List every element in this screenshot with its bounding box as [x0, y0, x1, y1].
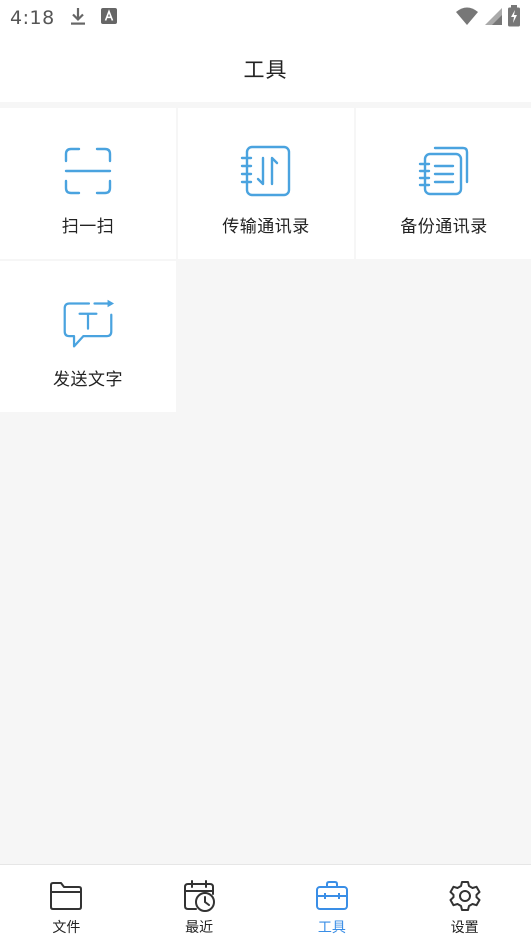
transfer-contacts-icon [239, 144, 293, 198]
tool-label: 扫一扫 [61, 217, 115, 237]
status-right-icons [455, 5, 521, 31]
signal-icon [483, 6, 503, 30]
nav-label: 工具 [317, 920, 346, 936]
tool-transfer-contacts[interactable]: 传输通讯录 [178, 108, 354, 259]
status-bar: 4:18 [0, 0, 531, 36]
tool-backup-contacts[interactable]: 备份通讯录 [356, 108, 531, 259]
recent-calendar-icon [182, 879, 216, 913]
tool-label: 备份通讯录 [400, 217, 488, 237]
backup-contacts-icon [417, 144, 471, 198]
toolbox-icon [315, 879, 349, 913]
wifi-icon [455, 6, 479, 30]
folder-icon [49, 879, 83, 913]
battery-charging-icon [507, 5, 521, 31]
screen: 4:18 工具 扫一扫 传输通讯录 备份通讯录 发送文字 文件 最近 工具 设置 [0, 0, 531, 944]
nav-settings[interactable]: 设置 [398, 865, 531, 944]
nav-label: 设置 [450, 920, 479, 936]
nav-files[interactable]: 文件 [0, 865, 133, 944]
nav-tools[interactable]: 工具 [266, 865, 399, 944]
send-text-icon [61, 297, 115, 351]
nav-recent[interactable]: 最近 [133, 865, 266, 944]
page-title: 工具 [243, 58, 288, 82]
tool-scan[interactable]: 扫一扫 [0, 108, 176, 259]
download-icon [69, 6, 87, 30]
nav-label: 最近 [185, 920, 214, 936]
tool-label: 发送文字 [53, 370, 123, 390]
app-a-icon [100, 8, 117, 28]
bottom-nav: 文件 最近 工具 设置 [0, 864, 531, 944]
scan-icon [61, 144, 115, 198]
status-time: 4:18 [10, 7, 55, 29]
status-left-icons [69, 6, 117, 30]
gear-icon [448, 879, 482, 913]
nav-label: 文件 [52, 920, 81, 936]
tool-send-text[interactable]: 发送文字 [0, 261, 176, 412]
tool-label: 传输通讯录 [222, 217, 310, 237]
app-bar: 工具 [0, 36, 531, 102]
